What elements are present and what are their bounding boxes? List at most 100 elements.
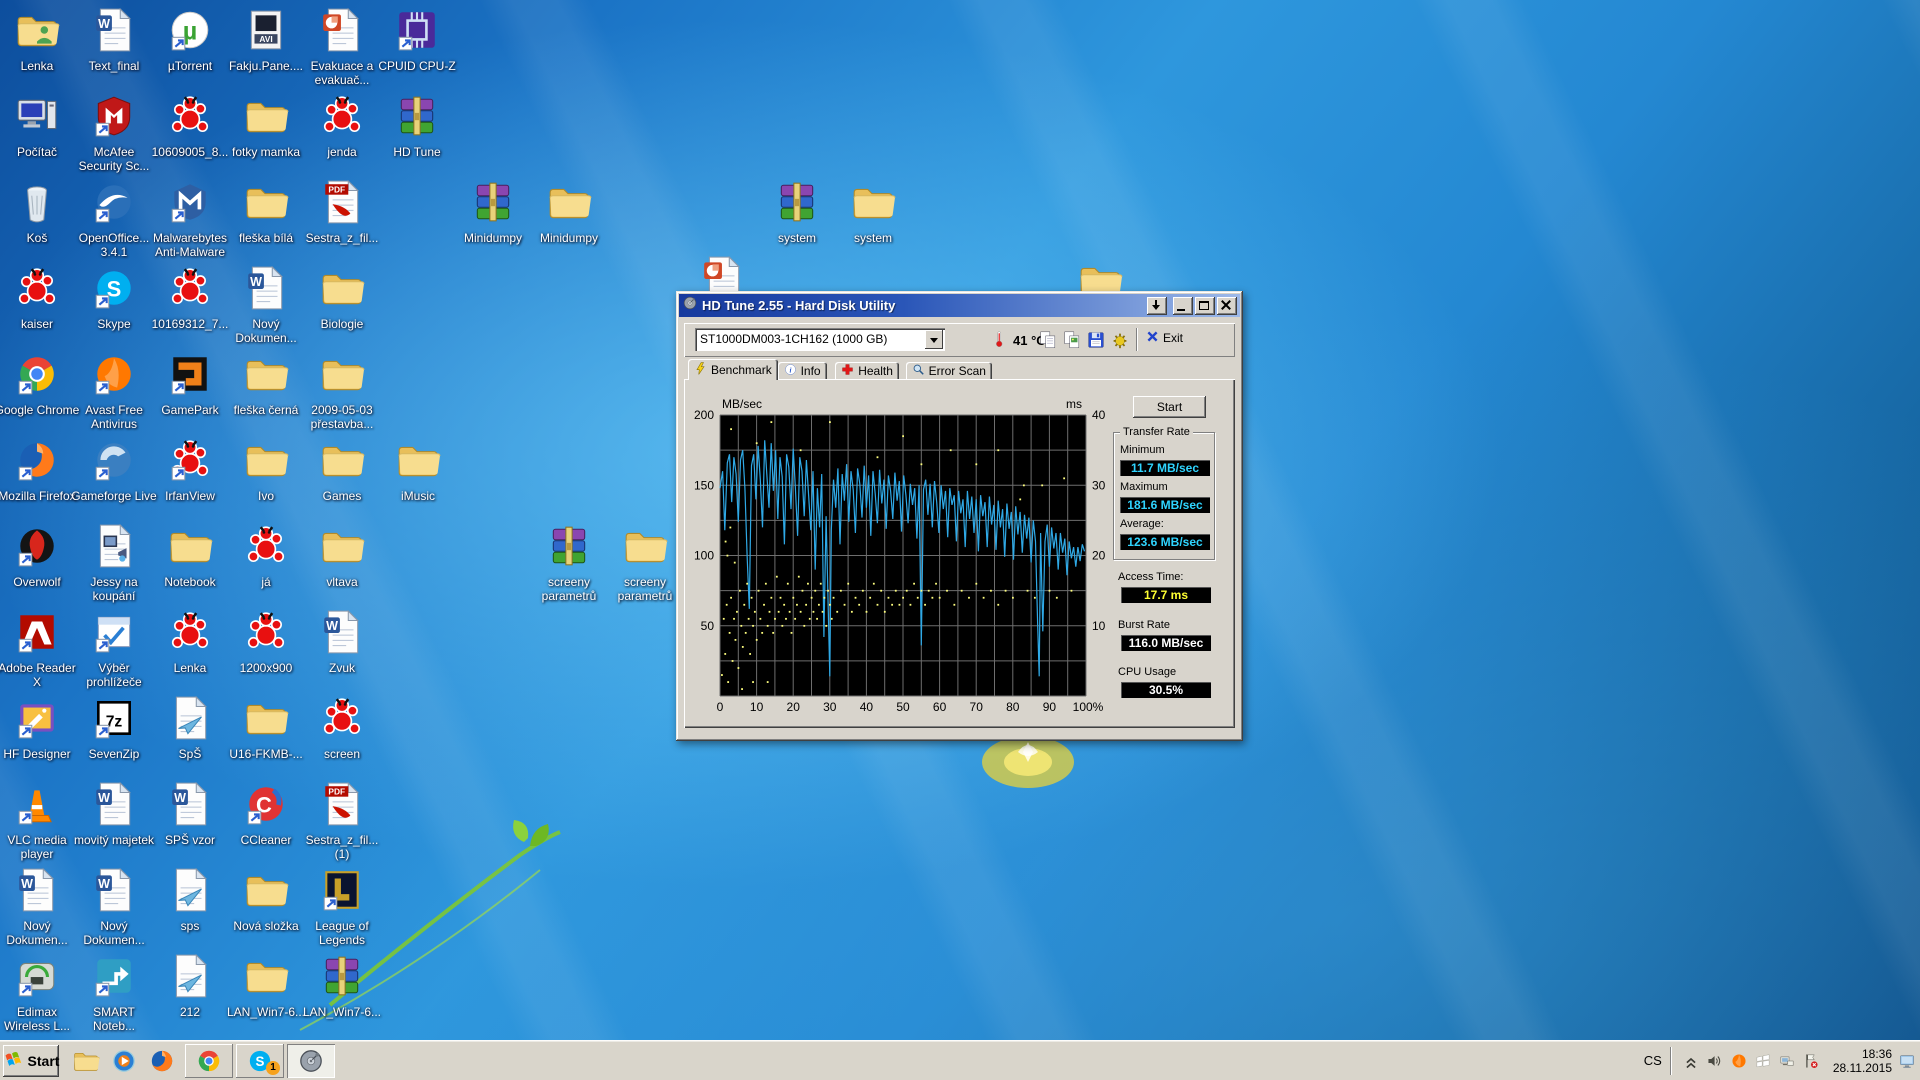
desktop-icon[interactable]: Koš [0,179,80,245]
desktop-icon[interactable]: fleška bílá [223,179,309,245]
options-button[interactable] [1108,328,1131,351]
taskbar-app-chrome[interactable] [185,1044,233,1078]
drive-select[interactable]: ST1000DM003-1CH162 (1000 GB) [695,328,945,351]
language-indicator[interactable]: CS [1636,1053,1670,1068]
desktop-icon[interactable]: µµTorrent [147,7,233,73]
desktop-icon[interactable]: Google Chrome [0,351,80,417]
desktop-icon[interactable]: já [223,523,309,589]
desktop-icon[interactable]: PDFSestra_z_fil... [299,179,385,245]
desktop-icon[interactable]: CPUID CPU-Z [374,7,460,73]
desktop-icon[interactable]: 7zSevenZip [71,695,157,761]
desktop-icon[interactable]: WText_final [71,7,157,73]
desktop-icon[interactable]: screeny parametrů [526,523,612,603]
desktop-icon[interactable]: GamePark [147,351,233,417]
desktop-icon[interactable]: Games [299,437,385,503]
maximize-button[interactable] [1195,297,1215,315]
desktop-icon[interactable]: WNový Dokumen... [0,867,80,947]
copy-text-button[interactable] [1036,328,1059,351]
clock[interactable]: 18:36 28.11.2015 [1827,1047,1898,1075]
rollup-button[interactable] [1147,297,1167,315]
desktop-icon[interactable]: screen [299,695,385,761]
desktop-icon[interactable]: 2009-05-03 přestavba... [299,351,385,431]
exit-button[interactable]: Exit [1146,330,1183,346]
desktop-icon[interactable]: HF Designer [0,695,80,761]
desktop-icon[interactable]: 212 [147,953,233,1019]
desktop-icon[interactable]: 1200x900 [223,609,309,675]
start-benchmark-button[interactable]: Start [1133,396,1206,418]
desktop-icon[interactable]: fotky mamka [223,93,309,159]
desktop-icon[interactable]: 10169312_7... [147,265,233,331]
desktop-icon[interactable]: Minidumpy [526,179,612,245]
tray-network-icon[interactable] [1778,1052,1796,1070]
desktop-icon[interactable]: system [830,179,916,245]
desktop-icon[interactable]: SpŠ [147,695,233,761]
desktop-icon[interactable]: 10609005_8... [147,93,233,159]
desktop-icon[interactable]: PDFSestra_z_fil... (1) [299,781,385,861]
window-titlebar[interactable]: HD Tune 2.55 - Hard Disk Utility [679,294,1240,317]
save-button[interactable] [1084,328,1107,351]
desktop-icon[interactable]: sps [147,867,233,933]
desktop-icon[interactable]: kaiser [0,265,80,331]
tray-chevron-up-icon[interactable] [1682,1052,1700,1070]
desktop-icon[interactable]: LAN_Win7-6... [299,953,385,1019]
desktop-icon[interactable]: Ivo [223,437,309,503]
desktop-icon[interactable]: McAfee Security Sc... [71,93,157,173]
desktop-icon[interactable]: U16-FKMB-... [223,695,309,761]
quicklaunch-firefox-icon[interactable] [143,1044,181,1078]
desktop-icon[interactable]: Minidumpy [450,179,536,245]
desktop-icon[interactable]: Počítač [0,93,80,159]
desktop-icon[interactable]: vltava [299,523,385,589]
desktop-icon[interactable]: Edimax Wireless L... [0,953,80,1033]
desktop-icon[interactable]: Notebook [147,523,233,589]
taskbar-app-skype[interactable]: S1 [236,1044,284,1078]
quicklaunch-wmp-icon[interactable] [105,1044,143,1078]
desktop-icon[interactable]: WSPŠ vzor [147,781,233,847]
tray-speaker-icon[interactable] [1706,1052,1724,1070]
drive-select-arrow[interactable] [925,330,943,349]
taskbar-app-hdd[interactable] [287,1044,335,1078]
desktop-icon[interactable]: League of Legends [299,867,385,947]
desktop-icon[interactable]: Malwarebytes Anti-Malware [147,179,233,259]
desktop-icon[interactable]: Adobe Reader X [0,609,80,689]
copy-image-button[interactable] [1060,328,1083,351]
tray-windows-flag-icon[interactable] [1754,1052,1772,1070]
tab-info[interactable]: iInfo [778,362,827,380]
desktop-icon[interactable]: CCCleaner [223,781,309,847]
desktop-icon[interactable]: Gameforge Live [71,437,157,503]
desktop-icon[interactable]: VLC media player [0,781,80,861]
tab-health[interactable]: Health [835,362,899,380]
desktop-icon[interactable]: Overwolf [0,523,80,589]
desktop-icon[interactable]: Výběr prohlížeče [71,609,157,689]
desktop-icon[interactable]: SSkype [71,265,157,331]
quicklaunch-explorer-icon[interactable] [67,1044,105,1078]
desktop-icon[interactable]: LAN_Win7-6... [223,953,309,1019]
desktop-icon[interactable]: Jessy na koupání [71,523,157,603]
tray-action-flag-icon[interactable] [1802,1052,1820,1070]
start-button[interactable]: Start [3,1045,59,1077]
minimize-button[interactable] [1173,297,1193,315]
desktop-icon[interactable]: WZvuk [299,609,385,675]
desktop-icon[interactable]: Lenka [147,609,233,675]
desktop-icon[interactable]: HD Tune [374,93,460,159]
desktop-icon[interactable]: Lenka [0,7,80,73]
desktop-icon[interactable]: jenda [299,93,385,159]
tab-benchmark[interactable]: Benchmark [688,359,778,380]
desktop-icon[interactable]: WNový Dokumen... [71,867,157,947]
desktop-icon[interactable]: SMART Noteb... [71,953,157,1033]
show-desktop-button[interactable] [1898,1052,1916,1070]
desktop-icon[interactable]: fleška černá [223,351,309,417]
desktop-icon[interactable]: IrfanView [147,437,233,503]
tab-error-scan[interactable]: Error Scan [906,362,992,380]
close-button[interactable] [1217,297,1237,315]
desktop-icon[interactable]: OpenOffice... 3.4.1 [71,179,157,259]
desktop-icon[interactable]: iMusic [375,437,461,503]
desktop-icon[interactable]: AVIFakju.Pane.... [223,7,309,73]
tray-avast-icon[interactable] [1730,1052,1748,1070]
desktop-icon[interactable]: Biologie [299,265,385,331]
desktop-icon[interactable]: WNový Dokumen... [223,265,309,345]
desktop-icon[interactable]: Evakuace a evakuač... [299,7,385,87]
desktop-icon[interactable]: Wmovitý majetek [71,781,157,847]
desktop-icon[interactable]: Mozilla Firefox [0,437,80,503]
desktop-icon[interactable]: system [754,179,840,245]
desktop-icon[interactable]: Nová složka [223,867,309,933]
